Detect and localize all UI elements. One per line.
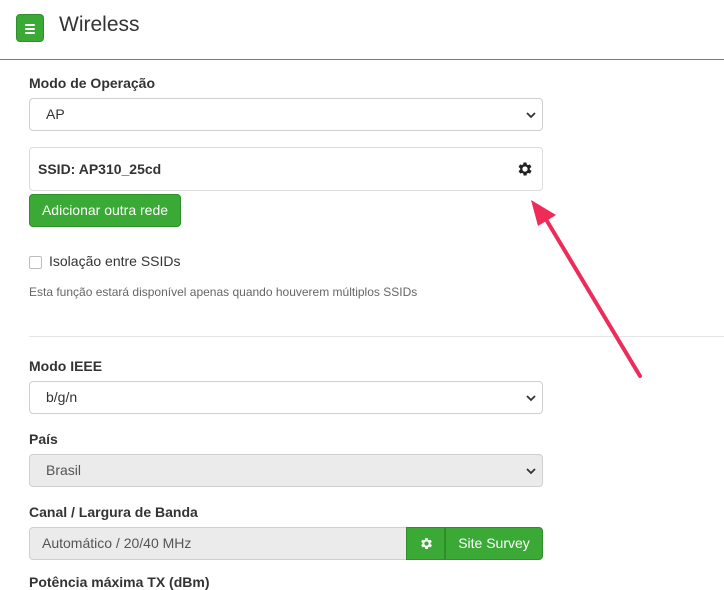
annotation-arrow-icon <box>531 200 642 378</box>
